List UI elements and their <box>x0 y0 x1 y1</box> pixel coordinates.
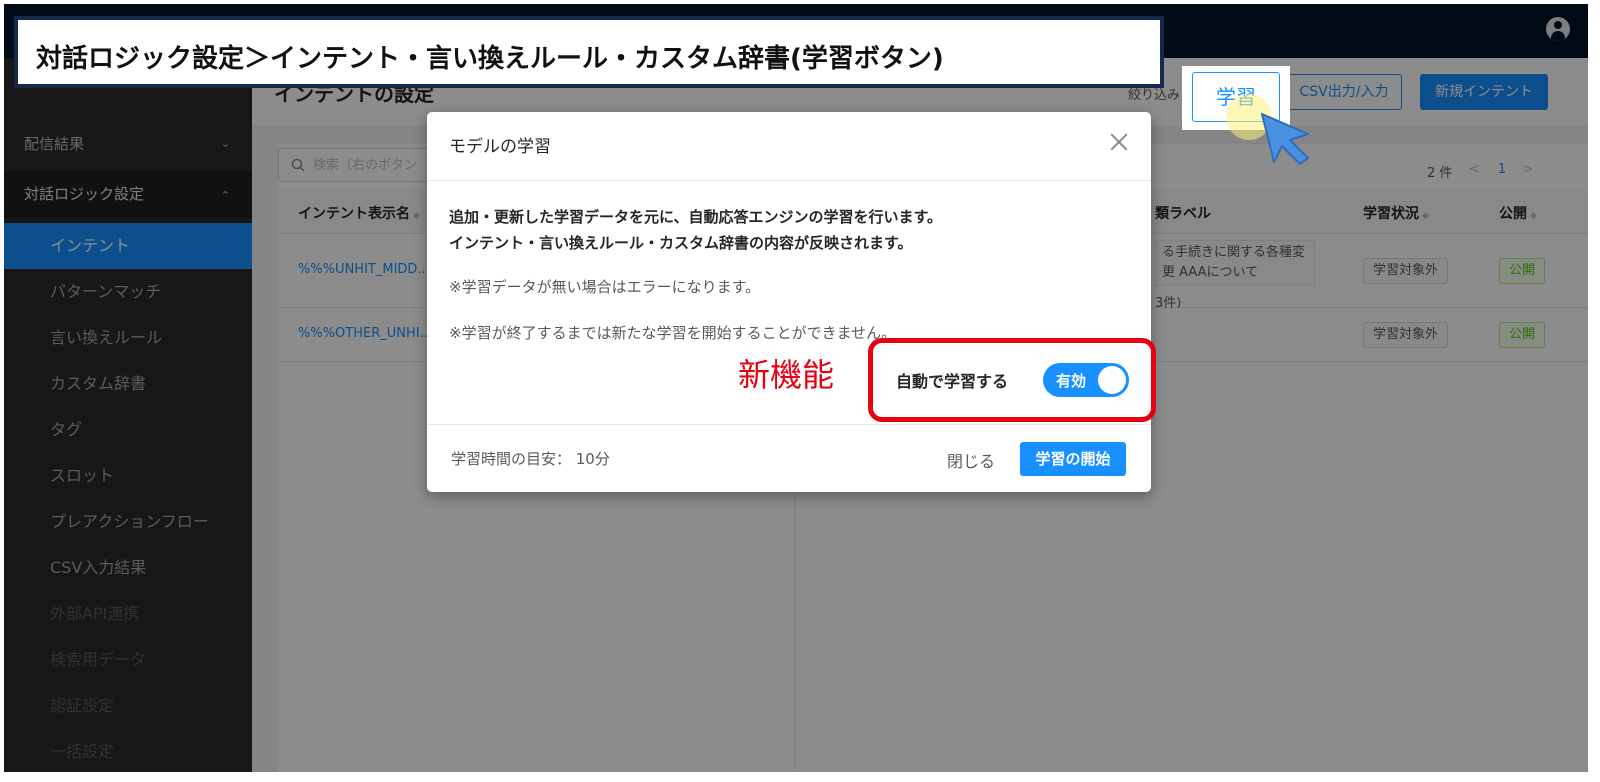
learning-time-estimate: 学習時間の目安： 10分 <box>451 450 610 468</box>
divider <box>427 180 1151 181</box>
callout-title: 対話ロジック設定＞インテント・言い換えルール・カスタム辞書(学習ボタン) <box>36 44 944 74</box>
highlight-box <box>868 338 1156 422</box>
modal-description-line: インテント・言い換えルール・カスタム辞書の内容が反映されます。 <box>449 234 913 252</box>
model-learning-modal: モデルの学習 追加・更新した学習データを元に、自動応答エンジンの学習を行います。… <box>427 112 1151 492</box>
cursor-arrow-icon <box>1261 113 1309 165</box>
app-window: 配信結果 ⌄ 対話ロジック設定 ⌃ インテント パターンマッチ 言い換えルール … <box>4 4 1588 772</box>
close-icon[interactable] <box>1109 132 1129 152</box>
new-feature-annotation: 新機能 <box>738 356 835 394</box>
close-button[interactable]: 閉じる <box>947 448 995 472</box>
modal-description-line: 追加・更新した学習データを元に、自動応答エンジンの学習を行います。 <box>449 208 943 226</box>
divider <box>427 424 1151 425</box>
start-learning-button[interactable]: 学習の開始 <box>1020 442 1126 476</box>
modal-note: ※学習データが無い場合はエラーになります。 <box>449 278 761 296</box>
modal-title: モデルの学習 <box>449 137 551 157</box>
callout-title-box: 対話ロジック設定＞インテント・言い換えルール・カスタム辞書(学習ボタン) <box>14 16 1164 88</box>
modal-note: ※学習が終了するまでは新たな学習を開始することができません。 <box>449 324 897 342</box>
